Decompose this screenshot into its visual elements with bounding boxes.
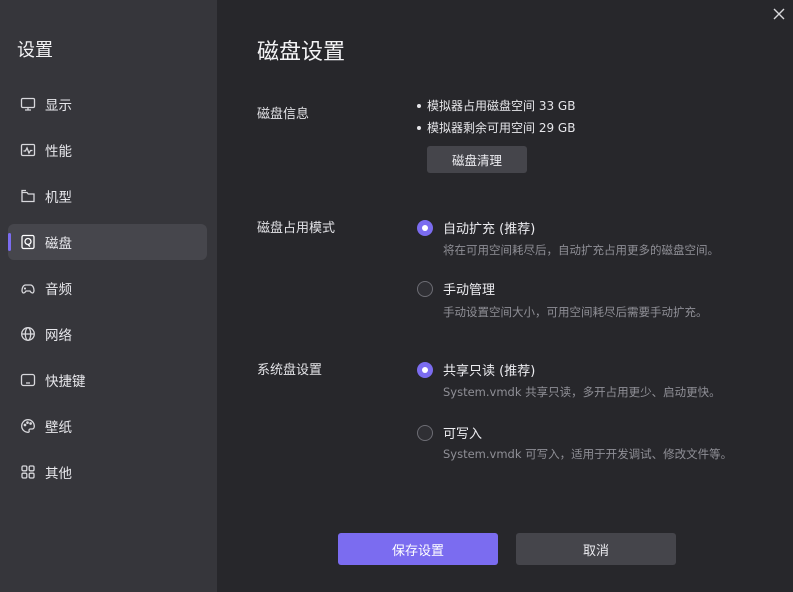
close-icon (773, 8, 785, 20)
sidebar-item-performance[interactable]: 性能 (8, 132, 207, 168)
radio-description: System.vmdk 共享只读，多开占用更少、启动更快。 (443, 385, 721, 399)
sidebar-nav: 显示 性能 机型 磁盘 音频 网络 快捷键 壁纸 其他 (8, 86, 207, 500)
disk-info-label: 磁盘信息 (257, 107, 310, 122)
disk-usage-line: 模拟器占用磁盘空间 33 GB (417, 97, 575, 114)
bullet-dot (417, 125, 421, 130)
radio-shared-readonly[interactable]: 共享只读 (推荐) (417, 360, 535, 379)
radio-description: 手动设置空间大小，可用空间耗尽后需要手动扩充。 (443, 305, 708, 319)
disk-clean-button[interactable]: 磁盘清理 (427, 146, 527, 173)
sidebar-item-label: 机型 (45, 190, 72, 206)
device-model-icon (20, 188, 36, 204)
monitor-icon (20, 96, 36, 112)
sidebar-item-label: 性能 (45, 144, 72, 160)
radio-button[interactable] (417, 361, 433, 378)
system-disk-label: 系统盘设置 (257, 363, 323, 378)
audio-icon (20, 280, 36, 296)
sidebar-item-display[interactable]: 显示 (8, 86, 207, 122)
sidebar-item-disk[interactable]: 磁盘 (8, 224, 207, 260)
sidebar-item-other[interactable]: 其他 (8, 454, 207, 490)
sidebar-item-audio[interactable]: 音频 (8, 270, 207, 306)
palette-icon (20, 418, 36, 434)
sidebar-item-network[interactable]: 网络 (8, 316, 207, 352)
sidebar-item-label: 显示 (45, 98, 72, 114)
performance-icon (20, 142, 36, 158)
sidebar-item-label: 快捷键 (45, 374, 86, 390)
disk-usage-text: 模拟器占用磁盘空间 33 GB (427, 99, 576, 113)
sidebar-item-label: 音频 (45, 282, 72, 298)
radio-label: 共享只读 (推荐) (443, 364, 536, 379)
network-globe-icon (20, 326, 36, 342)
disk-free-text: 模拟器剩余可用空间 29 GB (427, 121, 576, 135)
save-button[interactable]: 保存设置 (338, 533, 498, 565)
sidebar-title: 设置 (17, 40, 53, 61)
sidebar: 设置 显示 性能 机型 磁盘 音频 网络 快捷键 壁纸 其他 (0, 0, 217, 592)
disk-mode-label: 磁盘占用模式 (257, 221, 336, 236)
radio-label: 可写入 (443, 427, 483, 442)
disk-icon (20, 234, 36, 250)
disk-free-line: 模拟器剩余可用空间 29 GB (417, 119, 575, 136)
radio-label: 手动管理 (443, 283, 496, 298)
sidebar-item-wallpaper[interactable]: 壁纸 (8, 408, 207, 444)
radio-label: 自动扩充 (推荐) (443, 222, 536, 237)
sidebar-item-label: 网络 (45, 328, 72, 344)
grid-icon (20, 464, 36, 480)
cancel-button[interactable]: 取消 (516, 533, 676, 565)
radio-button[interactable] (417, 280, 433, 297)
radio-description: System.vmdk 可写入，适用于开发调试、修改文件等。 (443, 447, 733, 461)
radio-auto-expand[interactable]: 自动扩充 (推荐) (417, 218, 535, 237)
radio-button[interactable] (417, 424, 433, 441)
radio-description: 将在可用空间耗尽后，自动扩充占用更多的磁盘空间。 (443, 243, 719, 257)
close-button[interactable] (771, 6, 787, 22)
bullet-dot (417, 103, 421, 108)
keyboard-icon (20, 372, 36, 388)
sidebar-item-model[interactable]: 机型 (8, 178, 207, 214)
radio-button[interactable] (417, 219, 433, 236)
radio-writable[interactable]: 可写入 (417, 423, 482, 442)
page-title: 磁盘设置 (257, 40, 346, 65)
sidebar-item-shortcuts[interactable]: 快捷键 (8, 362, 207, 398)
radio-manual-manage[interactable]: 手动管理 (417, 279, 495, 298)
sidebar-item-label: 壁纸 (45, 420, 72, 436)
sidebar-item-label: 其他 (45, 466, 72, 482)
sidebar-item-label: 磁盘 (45, 236, 72, 252)
